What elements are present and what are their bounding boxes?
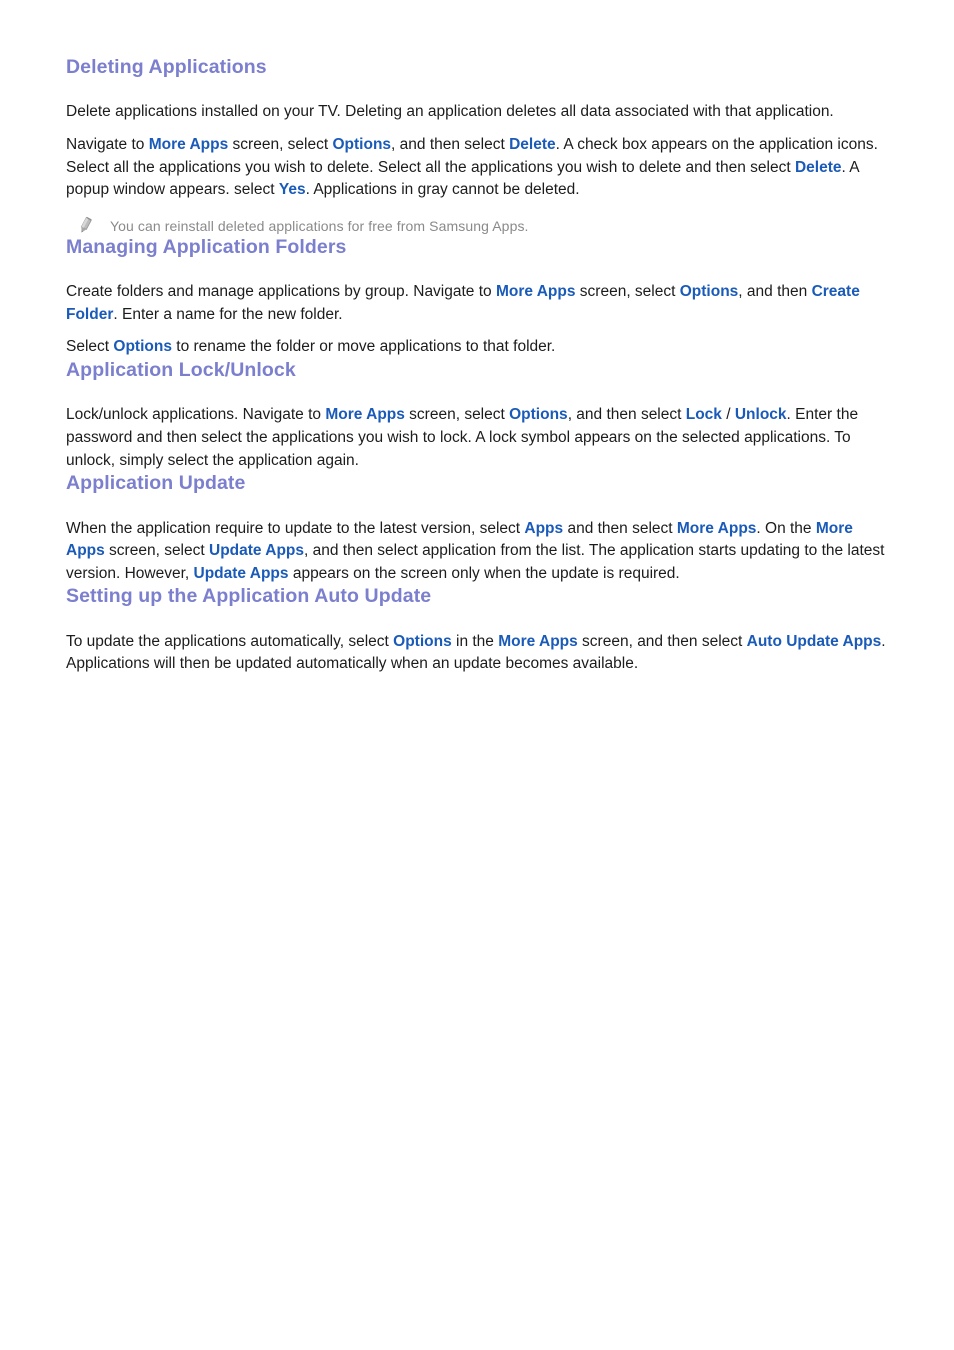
text-run: When the application require to update t… xyxy=(66,519,525,537)
inline-link[interactable]: Options xyxy=(113,338,172,355)
text-run: in the xyxy=(451,632,499,650)
inline-link[interactable]: Lock xyxy=(686,406,722,423)
inline-link[interactable]: Options xyxy=(680,283,739,300)
section-application-update: Application Update When the application r… xyxy=(66,472,888,585)
text-run: screen, select xyxy=(228,135,333,153)
section-heading-deleting-applications: Deleting Applications xyxy=(66,56,267,78)
section-heading-application-update: Application Update xyxy=(66,472,246,495)
inline-link[interactable]: More Apps xyxy=(496,283,576,300)
document-content: Deleting Applications Delete applications… xyxy=(66,56,888,676)
paragraph-lock-p1: Lock/unlock applications. Navigate to Mo… xyxy=(66,404,888,472)
text-run: screen, select xyxy=(575,283,680,301)
inline-link[interactable]: Options xyxy=(509,406,568,423)
inline-link[interactable]: Options xyxy=(393,633,452,650)
paragraph-deleting-p1: Delete applications installed on your TV… xyxy=(66,101,888,124)
text-run: , and then select xyxy=(567,406,686,424)
inline-link[interactable]: More Apps xyxy=(498,633,578,650)
paragraph-managing-p2: Select Options to rename the folder or m… xyxy=(66,336,888,359)
inline-link[interactable]: Apps xyxy=(524,520,563,537)
text-run: screen, and then select xyxy=(577,632,747,650)
paragraph-update-p1: When the application require to update t… xyxy=(66,518,888,586)
inline-link[interactable]: Yes xyxy=(279,181,306,198)
paragraph-autoupdate-p1: To update the applications automatically… xyxy=(66,631,888,676)
section-application-lock-unlock: Application Lock/Unlock Lock/unlock appli… xyxy=(66,359,888,472)
section-heading-application-lock-unlock: Application Lock/Unlock xyxy=(66,358,296,381)
inline-link[interactable]: Update Apps xyxy=(194,565,289,582)
note-deleting-applications: You can reinstall deleted applications f… xyxy=(66,216,888,236)
paragraph-deleting-p2: Navigate to More Apps screen, select Opt… xyxy=(66,134,888,202)
text-run: screen, select xyxy=(104,542,209,560)
text-run: . Applications in gray cannot be deleted… xyxy=(305,181,580,199)
text-run: screen, select xyxy=(404,406,510,424)
text-run: To update the applications automatically… xyxy=(66,632,394,650)
section-heading-managing-application-folders: Managing Application Folders xyxy=(66,235,347,258)
text-run: Select xyxy=(66,338,114,356)
text-run: Navigate to xyxy=(66,135,149,153)
inline-link[interactable]: Unlock xyxy=(735,406,787,423)
text-run: and then select xyxy=(563,519,677,537)
inline-link[interactable]: Options xyxy=(332,136,391,153)
text-run: . Enter a name for the new folder. xyxy=(113,305,343,323)
text-run: to rename the folder or move application… xyxy=(171,338,556,356)
section-managing-application-folders: Managing Application Folders Create folde… xyxy=(66,236,888,359)
text-run: . On the xyxy=(756,519,816,537)
inline-link[interactable]: More Apps xyxy=(325,406,405,423)
document-page: Deleting Applications Delete applications… xyxy=(0,0,954,1350)
section-deleting-applications: Deleting Applications Delete applications… xyxy=(66,56,888,236)
inline-link[interactable]: Delete xyxy=(795,159,842,176)
inline-link[interactable]: Update Apps xyxy=(209,542,304,559)
note-text: You can reinstall deleted applications f… xyxy=(110,217,529,234)
section-heading-setting-up-the-application-auto-update: Setting up the Application Auto Update xyxy=(66,585,432,608)
inline-link[interactable]: Auto Update Apps xyxy=(747,633,882,650)
text-run: , and then select xyxy=(391,135,510,153)
inline-link[interactable]: More Apps xyxy=(149,136,229,153)
text-run: appears on the screen only when the upda… xyxy=(288,564,680,582)
inline-link[interactable]: More Apps xyxy=(677,520,757,537)
text-run: Delete applications installed on your TV… xyxy=(66,103,834,121)
pencil-icon xyxy=(74,216,96,236)
text-run: Lock/unlock applications. Navigate to xyxy=(66,406,326,424)
text-run: , and then xyxy=(738,283,812,301)
paragraph-managing-p1: Create folders and manage applications b… xyxy=(66,281,888,326)
section-setting-up-the-application-auto-update: Setting up the Application Auto Update To… xyxy=(66,585,888,676)
text-run: Create folders and manage applications b… xyxy=(66,283,496,301)
text-run: / xyxy=(721,406,735,424)
inline-link[interactable]: Delete xyxy=(509,136,556,153)
